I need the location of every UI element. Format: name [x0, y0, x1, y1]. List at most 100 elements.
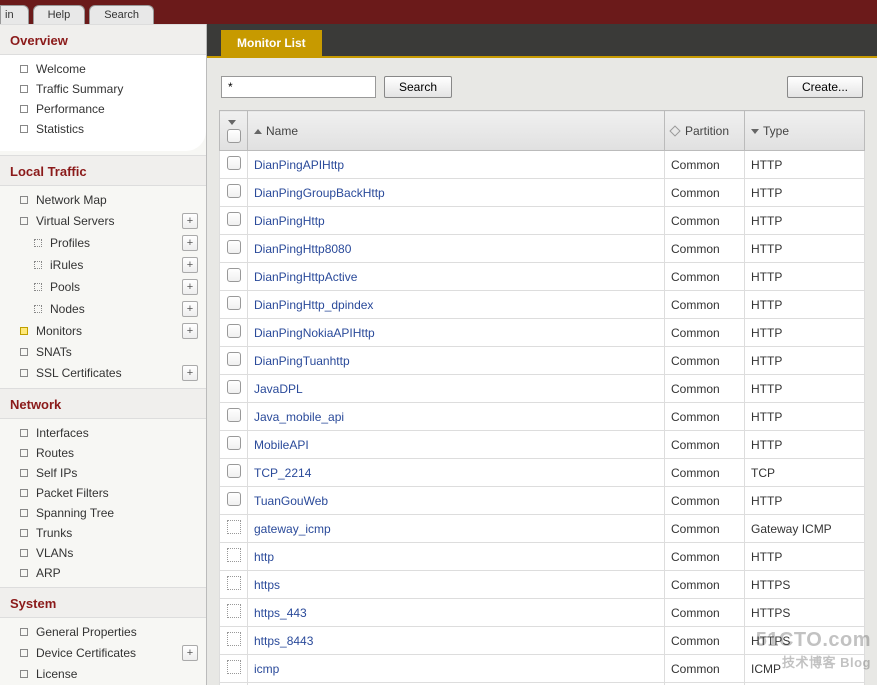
- type-cell: HTTP: [745, 179, 865, 207]
- monitor-name-link[interactable]: DianPingHttp: [254, 214, 325, 228]
- monitor-name-link[interactable]: DianPingNokiaAPIHttp: [254, 326, 375, 340]
- row-checkbox[interactable]: [227, 436, 241, 450]
- row-checkbox[interactable]: [227, 268, 241, 282]
- sidebar-item[interactable]: Statistics: [0, 119, 206, 139]
- sidebar-item[interactable]: Trunks: [0, 523, 206, 543]
- add-button[interactable]: +: [182, 645, 198, 661]
- sidebar-item[interactable]: General Properties: [0, 622, 206, 642]
- monitor-name-link[interactable]: Java_mobile_api: [254, 410, 344, 424]
- sidebar-item[interactable]: ARP: [0, 563, 206, 583]
- row-checkbox[interactable]: [227, 352, 241, 366]
- tab-main-partial[interactable]: in: [0, 5, 29, 24]
- row-checkbox[interactable]: [227, 156, 241, 170]
- monitor-name-link[interactable]: DianPingHttp8080: [254, 242, 351, 256]
- sidebar-item[interactable]: Welcome: [0, 59, 206, 79]
- sidebar-item[interactable]: Profiles+: [0, 232, 206, 254]
- search-button[interactable]: Search: [384, 76, 452, 98]
- add-button[interactable]: +: [182, 235, 198, 251]
- create-button[interactable]: Create...: [787, 76, 863, 98]
- row-checkbox[interactable]: [227, 632, 241, 646]
- row-checkbox[interactable]: [227, 548, 241, 562]
- tab-help[interactable]: Help: [33, 5, 86, 24]
- sidebar-item[interactable]: iRules+: [0, 254, 206, 276]
- sidebar-item[interactable]: Interfaces: [0, 423, 206, 443]
- monitor-name-link[interactable]: TuanGouWeb: [254, 494, 328, 508]
- monitor-name-link[interactable]: https_8443: [254, 634, 313, 648]
- monitor-name-link[interactable]: http: [254, 550, 274, 564]
- add-button[interactable]: +: [182, 365, 198, 381]
- tab-search[interactable]: Search: [89, 5, 154, 24]
- monitor-name-link[interactable]: https: [254, 578, 280, 592]
- col-partition[interactable]: Partition: [665, 111, 745, 151]
- monitor-name-link[interactable]: DianPingGroupBackHttp: [254, 186, 385, 200]
- sidebar-item[interactable]: Spanning Tree: [0, 503, 206, 523]
- main-tabstrip: Monitor List: [207, 24, 877, 58]
- monitor-name-link[interactable]: MobileAPI: [254, 438, 309, 452]
- partition-cell: Common: [665, 263, 745, 291]
- type-cell: HTTP: [745, 291, 865, 319]
- partition-cell: Common: [665, 207, 745, 235]
- row-checkbox[interactable]: [227, 324, 241, 338]
- monitor-name-link[interactable]: gateway_icmp: [254, 522, 331, 536]
- row-checkbox[interactable]: [227, 212, 241, 226]
- sidebar-item[interactable]: Virtual Servers+: [0, 210, 206, 232]
- add-button[interactable]: +: [182, 279, 198, 295]
- col-type[interactable]: Type: [745, 111, 865, 151]
- sidebar-item[interactable]: Device Certificates+: [0, 642, 206, 664]
- monitor-name-link[interactable]: icmp: [254, 662, 279, 676]
- search-input[interactable]: [221, 76, 376, 98]
- monitor-name-link[interactable]: https_443: [254, 606, 307, 620]
- row-checkbox[interactable]: [227, 408, 241, 422]
- row-checkbox[interactable]: [227, 240, 241, 254]
- sidebar-item-label: Nodes: [50, 302, 182, 316]
- sidebar-item-label: Routes: [36, 446, 198, 460]
- add-button[interactable]: +: [182, 213, 198, 229]
- sidebar-item[interactable]: SNATs: [0, 342, 206, 362]
- row-checkbox[interactable]: [227, 492, 241, 506]
- add-button[interactable]: +: [182, 323, 198, 339]
- sidebar-item[interactable]: Routes: [0, 443, 206, 463]
- table-row: DianPingTuanhttpCommonHTTP: [220, 347, 865, 375]
- select-all-checkbox[interactable]: [227, 129, 241, 143]
- row-checkbox[interactable]: [227, 660, 241, 674]
- col-name[interactable]: Name: [248, 111, 665, 151]
- monitor-name-link[interactable]: TCP_2214: [254, 466, 311, 480]
- add-button[interactable]: +: [182, 257, 198, 273]
- type-cell: HTTPS: [745, 627, 865, 655]
- partition-cell: Common: [665, 431, 745, 459]
- sidebar-item[interactable]: Performance: [0, 99, 206, 119]
- row-checkbox[interactable]: [227, 604, 241, 618]
- sidebar-item[interactable]: VLANs: [0, 543, 206, 563]
- sidebar-item[interactable]: Self IPs: [0, 463, 206, 483]
- row-checkbox[interactable]: [227, 380, 241, 394]
- tab-monitor-list[interactable]: Monitor List: [221, 30, 322, 56]
- sidebar-item[interactable]: Monitors+: [0, 320, 206, 342]
- row-checkbox[interactable]: [227, 464, 241, 478]
- sidebar-item[interactable]: Nodes+: [0, 298, 206, 320]
- sidebar-item[interactable]: Pools+: [0, 276, 206, 298]
- row-checkbox[interactable]: [227, 576, 241, 590]
- bullet-icon: [20, 348, 28, 356]
- row-checkbox[interactable]: [227, 520, 241, 534]
- sidebar-item[interactable]: SSL Certificates+: [0, 362, 206, 384]
- sort-icon: [669, 126, 680, 137]
- sidebar-item-label: Network Map: [36, 193, 198, 207]
- sidebar-item-label: ARP: [36, 566, 198, 580]
- sidebar-item-label: Virtual Servers: [36, 214, 182, 228]
- monitor-name-link[interactable]: DianPingTuanhttp: [254, 354, 350, 368]
- sidebar-item[interactable]: Traffic Summary: [0, 79, 206, 99]
- type-cell: HTTP: [745, 263, 865, 291]
- type-cell: HTTPS: [745, 571, 865, 599]
- sidebar-item[interactable]: Packet Filters: [0, 483, 206, 503]
- add-button[interactable]: +: [182, 301, 198, 317]
- monitor-name-link[interactable]: DianPingHttpActive: [254, 270, 357, 284]
- sidebar-item[interactable]: License: [0, 664, 206, 684]
- monitor-name-link[interactable]: DianPingHttp_dpindex: [254, 298, 373, 312]
- col-checkbox[interactable]: [220, 111, 248, 151]
- monitor-name-link[interactable]: DianPingAPIHttp: [254, 158, 344, 172]
- monitor-name-link[interactable]: JavaDPL: [254, 382, 303, 396]
- table-row: JavaDPLCommonHTTP: [220, 375, 865, 403]
- row-checkbox[interactable]: [227, 184, 241, 198]
- row-checkbox[interactable]: [227, 296, 241, 310]
- sidebar-item[interactable]: Network Map: [0, 190, 206, 210]
